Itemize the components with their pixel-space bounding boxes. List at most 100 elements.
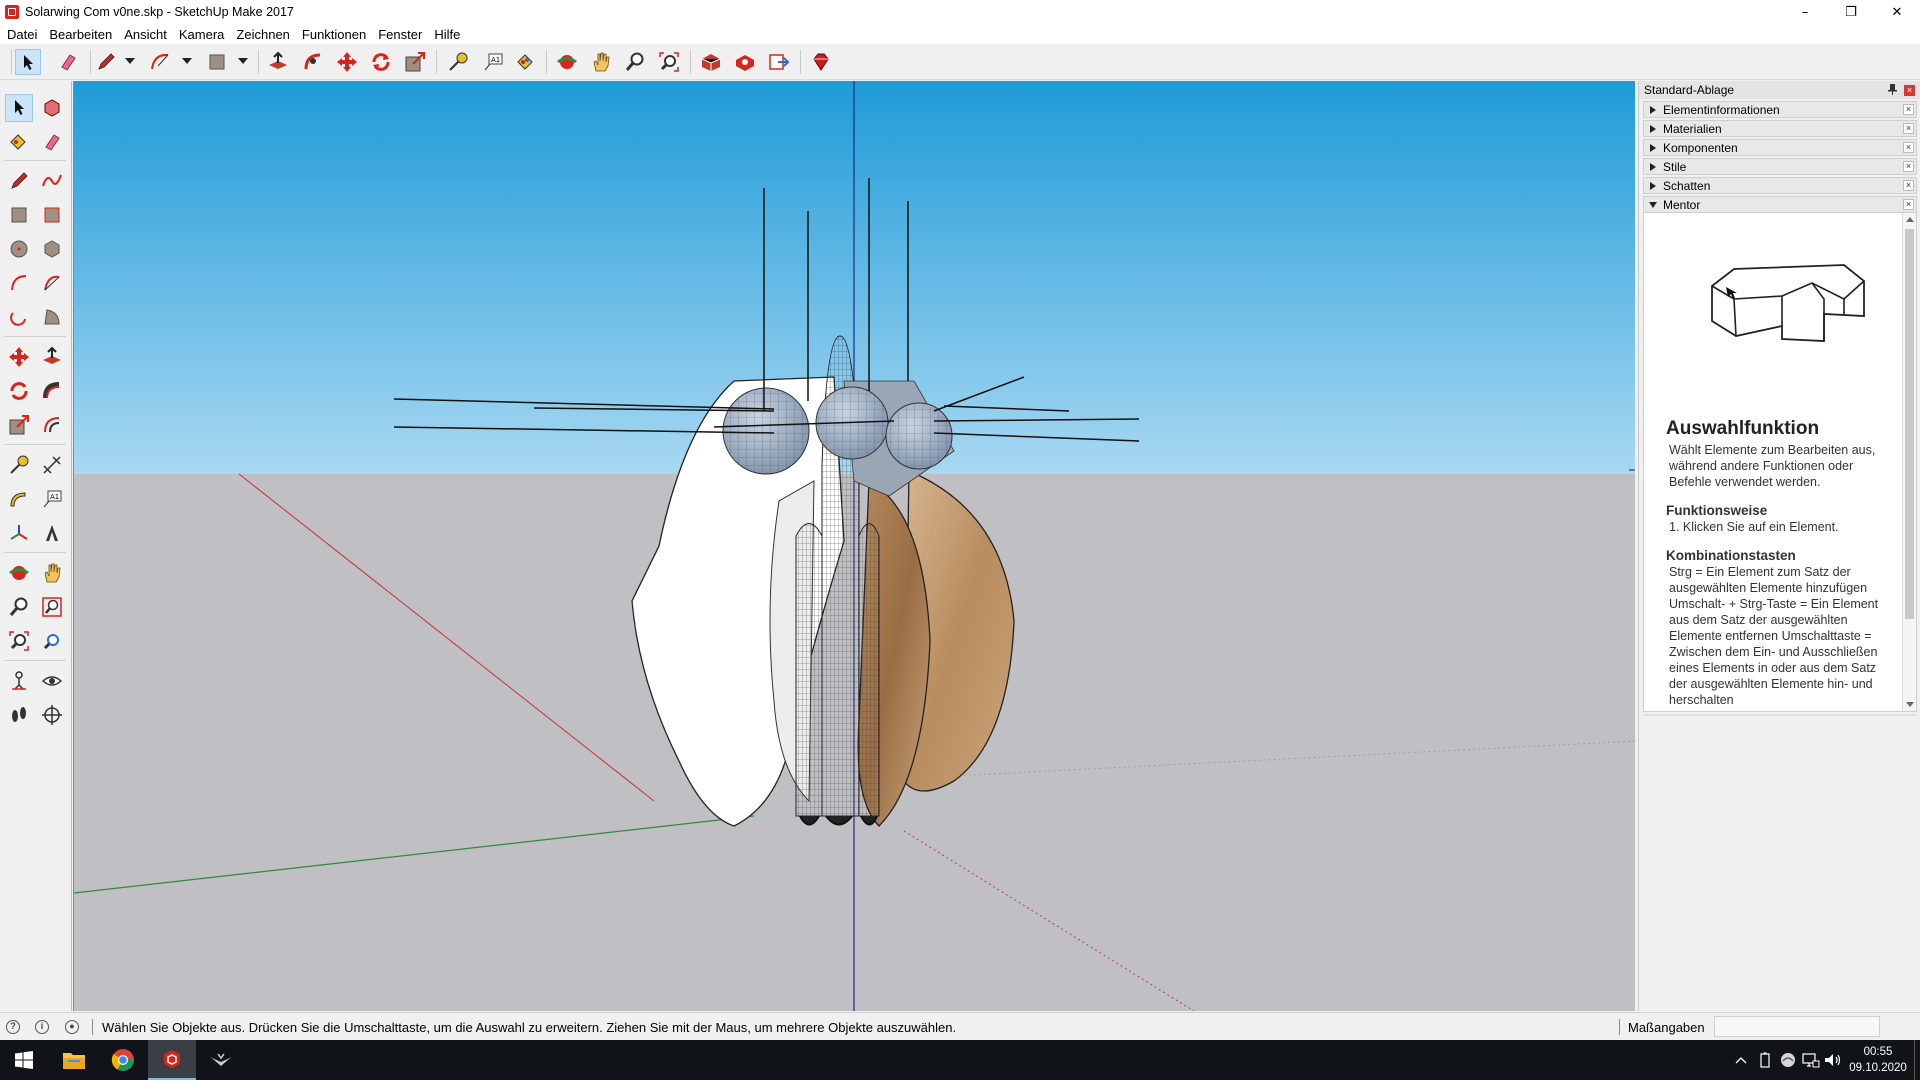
panel-mentor[interactable]: Mentor ×	[1643, 196, 1917, 213]
measurements-input[interactable]	[1714, 1016, 1880, 1037]
file-explorer-icon[interactable]	[50, 1040, 98, 1080]
minimize-button[interactable]: –	[1782, 0, 1828, 24]
eraser-icon[interactable]	[38, 128, 66, 156]
line-tool-icon[interactable]	[5, 167, 33, 195]
text-tool-icon[interactable]: A1	[38, 485, 66, 513]
shape-dropdown-icon[interactable]	[238, 58, 248, 64]
menu-datei[interactable]: Datei	[2, 27, 44, 42]
start-icon[interactable]	[0, 1040, 48, 1080]
arc-tool-icon[interactable]	[5, 269, 33, 297]
chrome-icon[interactable]	[99, 1040, 147, 1080]
pie-tool-icon[interactable]	[38, 303, 66, 331]
follow-me-tool-icon[interactable]	[300, 49, 326, 75]
section-plane-icon[interactable]	[38, 701, 66, 729]
ruby-extension-icon[interactable]	[808, 49, 834, 75]
protractor-icon[interactable]	[5, 485, 33, 513]
maximize-button[interactable]: ❐	[1828, 0, 1874, 24]
wing-app-icon[interactable]	[197, 1040, 245, 1080]
zoom-window-icon[interactable]	[38, 593, 66, 621]
zoom-tool-icon[interactable]	[5, 593, 33, 621]
make-component-icon[interactable]	[38, 94, 66, 122]
dimension-tool-icon[interactable]	[38, 451, 66, 479]
panel-shadows[interactable]: Schatten ×	[1643, 177, 1917, 194]
panel-close-icon[interactable]: ×	[1903, 142, 1914, 153]
sketchup-icon[interactable]	[148, 1040, 196, 1080]
move-tool-icon[interactable]	[5, 343, 33, 371]
show-hidden-icons-icon[interactable]	[1730, 1040, 1752, 1080]
mentor-scrollbar[interactable]	[1902, 213, 1916, 711]
tape-measure-icon[interactable]	[5, 451, 33, 479]
arc-tool-icon[interactable]	[148, 49, 174, 75]
3d-warehouse-icon[interactable]	[698, 49, 724, 75]
geo-location-icon[interactable]: ?	[6, 1020, 20, 1034]
paint-bucket-tool-icon[interactable]	[512, 49, 538, 75]
network-icon[interactable]	[1800, 1040, 1822, 1080]
menu-bearbeiten[interactable]: Bearbeiten	[44, 27, 119, 42]
scroll-down-icon[interactable]	[1906, 702, 1914, 707]
3d-text-icon[interactable]	[38, 519, 66, 547]
volume-icon[interactable]	[1822, 1040, 1844, 1080]
panel-close-icon[interactable]: ×	[1903, 199, 1914, 210]
taskbar-clock[interactable]: 00:55 09.10.2020	[1846, 1044, 1910, 1076]
scale-tool-icon[interactable]	[5, 411, 33, 439]
circle-tool-icon[interactable]	[5, 235, 33, 263]
look-around-icon[interactable]	[38, 667, 66, 695]
menu-fenster[interactable]: Fenster	[373, 27, 429, 42]
user-icon[interactable]: ●	[65, 1020, 79, 1034]
panel-components[interactable]: Komponenten ×	[1643, 139, 1917, 156]
rectangle-tool-icon[interactable]	[204, 49, 230, 75]
move-tool-icon[interactable]	[334, 49, 360, 75]
zoom-extents-tool-icon[interactable]	[656, 49, 682, 75]
three-point-arc-icon[interactable]	[5, 303, 33, 331]
follow-me-icon[interactable]	[38, 377, 66, 405]
drawing-area[interactable]	[73, 81, 1635, 1011]
rotate-tool-icon[interactable]	[368, 49, 394, 75]
select-tool-icon[interactable]	[15, 49, 41, 75]
menu-ansicht[interactable]: Ansicht	[119, 27, 174, 42]
rectangle-tool-icon[interactable]	[5, 201, 33, 229]
two-point-arc-icon[interactable]	[38, 269, 66, 297]
polygon-tool-icon[interactable]	[38, 235, 66, 263]
tape-measure-tool-icon[interactable]	[445, 49, 471, 75]
panel-styles[interactable]: Stile ×	[1643, 158, 1917, 175]
panel-materials[interactable]: Materialien ×	[1643, 120, 1917, 137]
push-pull-tool-icon[interactable]	[265, 49, 291, 75]
zoom-tool-icon[interactable]	[622, 49, 648, 75]
battery-icon[interactable]	[1754, 1040, 1776, 1080]
scale-tool-icon[interactable]	[402, 49, 428, 75]
panel-close-icon[interactable]: ×	[1903, 123, 1914, 134]
zoom-extents-icon[interactable]	[5, 627, 33, 655]
axes-tool-icon[interactable]	[5, 519, 33, 547]
info-icon[interactable]: i	[35, 1020, 49, 1034]
rotate-tool-icon[interactable]	[5, 377, 33, 405]
select-tool-icon[interactable]	[5, 94, 33, 122]
panel-close-icon[interactable]: ×	[1903, 180, 1914, 191]
offset-tool-icon[interactable]	[38, 411, 66, 439]
menu-zeichnen[interactable]: Zeichnen	[231, 27, 296, 42]
paint-bucket-icon[interactable]	[5, 128, 33, 156]
close-button[interactable]: ✕	[1874, 0, 1920, 24]
panel-close-icon[interactable]: ×	[1903, 161, 1914, 172]
text-tool-icon[interactable]: A1	[480, 49, 506, 75]
orbit-tool-icon[interactable]	[5, 559, 33, 587]
push-pull-icon[interactable]	[38, 343, 66, 371]
scroll-up-icon[interactable]	[1906, 217, 1914, 222]
orbit-tool-icon[interactable]	[554, 49, 580, 75]
panel-close-icon[interactable]: ×	[1903, 104, 1914, 115]
share-model-icon[interactable]	[766, 49, 792, 75]
arc-dropdown-icon[interactable]	[182, 58, 192, 64]
pin-icon[interactable]	[1888, 84, 1897, 95]
menu-hilfe[interactable]: Hilfe	[429, 27, 467, 42]
pencil-dropdown-icon[interactable]	[125, 58, 135, 64]
freehand-tool-icon[interactable]	[38, 167, 66, 195]
rotated-rectangle-icon[interactable]	[38, 201, 66, 229]
scroll-thumb[interactable]	[1905, 229, 1914, 619]
tray-close-button[interactable]: ×	[1904, 85, 1915, 96]
show-desktop-button[interactable]	[1914, 1040, 1920, 1080]
position-camera-icon[interactable]	[5, 667, 33, 695]
pan-tool-icon[interactable]	[38, 559, 66, 587]
extension-warehouse-icon[interactable]	[732, 49, 758, 75]
app-tray-icon[interactable]	[1777, 1040, 1799, 1080]
menu-kamera[interactable]: Kamera	[174, 27, 232, 42]
previous-view-icon[interactable]	[38, 627, 66, 655]
